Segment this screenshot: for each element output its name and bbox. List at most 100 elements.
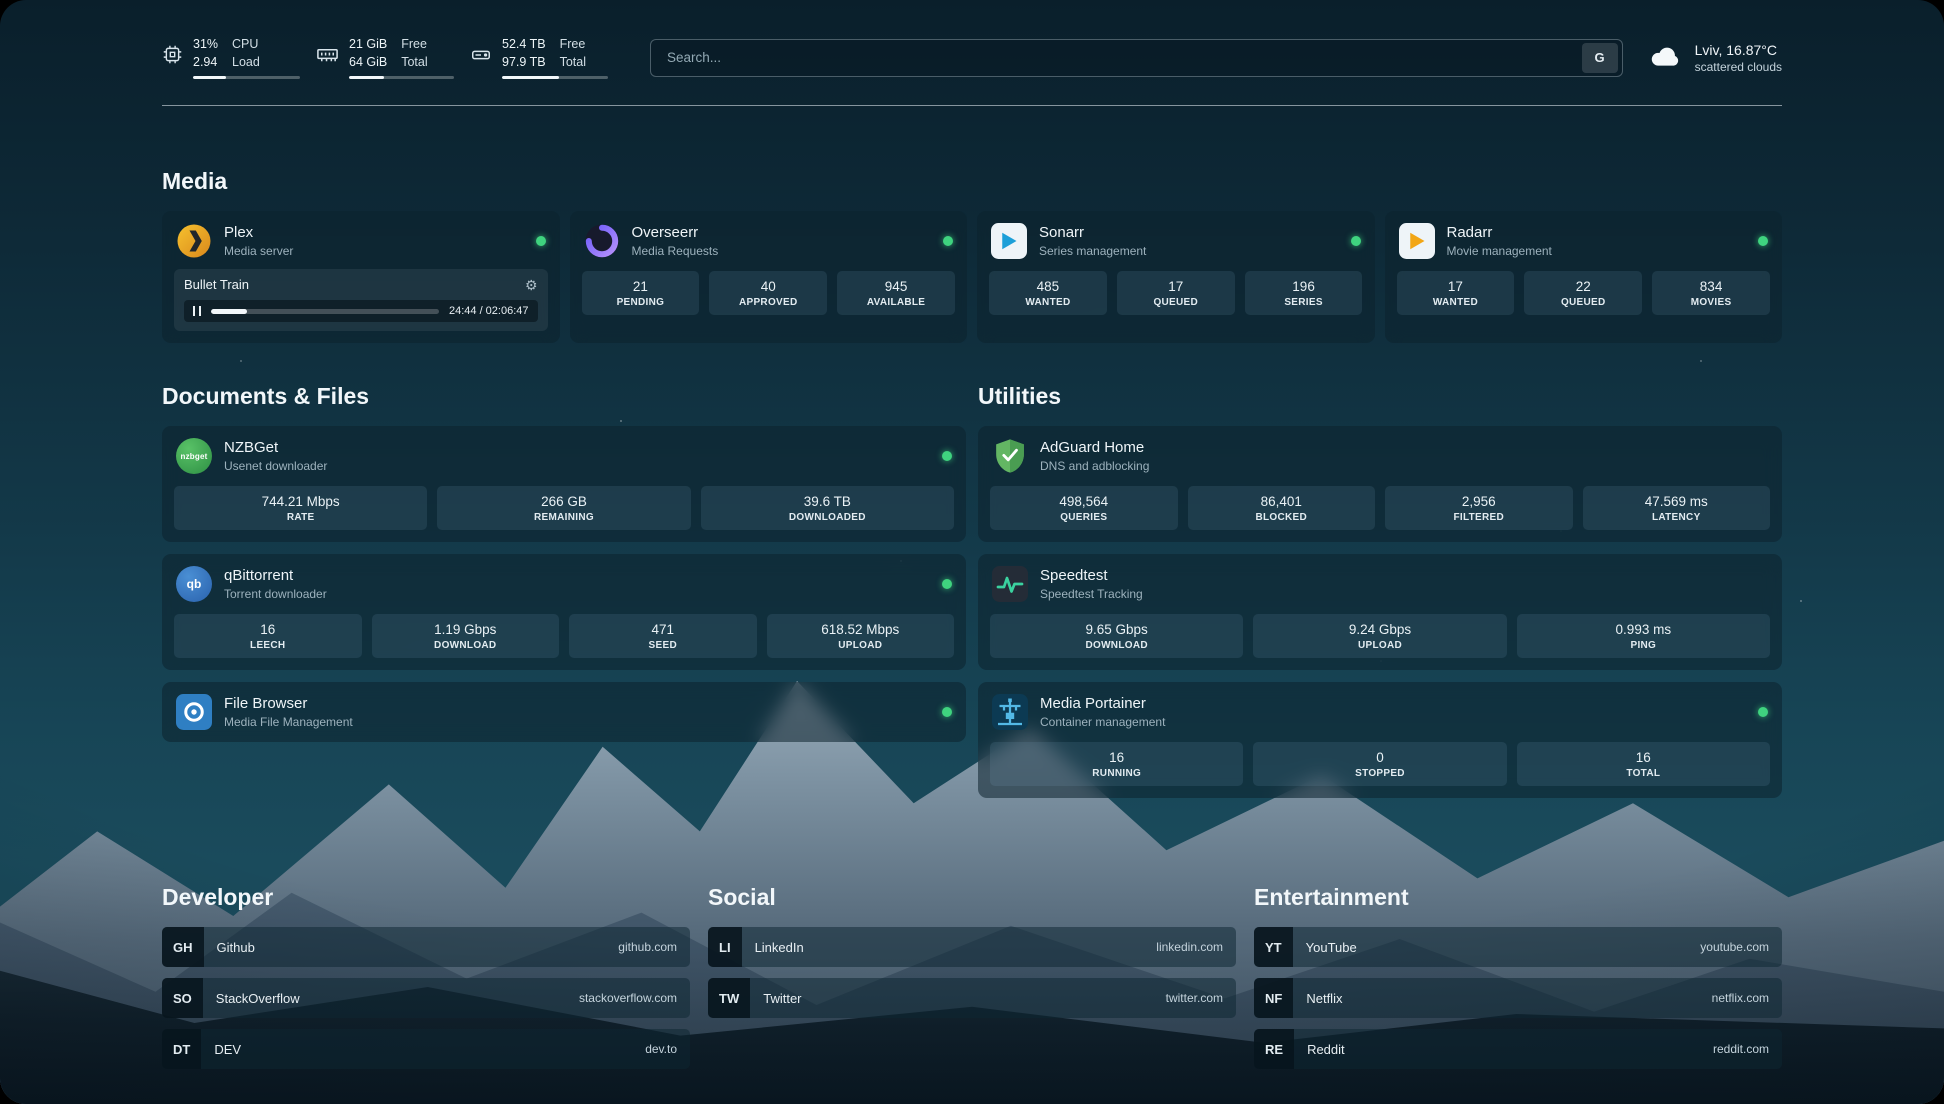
bookmark-abbr: GH: [162, 927, 204, 967]
cpu-icon: [162, 44, 183, 65]
bookmark-netflix[interactable]: NF Netflix netflix.com: [1254, 978, 1782, 1018]
documents-column: nzbget NZBGet Usenet downloader 744.21 M…: [162, 426, 966, 810]
bookmark-linkedin[interactable]: LI LinkedIn linkedin.com: [708, 927, 1236, 967]
stat-remaining: 266 GBREMAINING: [437, 486, 690, 530]
service-card-overseerr[interactable]: Overseerr Media Requests 21PENDING 40APP…: [570, 211, 968, 343]
bookmark-url: dev.to: [645, 1042, 677, 1056]
service-card-sonarr[interactable]: Sonarr Series management 485WANTED 17QUE…: [977, 211, 1375, 343]
stat-blocked: 86,401BLOCKED: [1188, 486, 1376, 530]
stat-wanted: 485WANTED: [989, 271, 1107, 315]
playback-progress-bar[interactable]: [211, 309, 439, 314]
section-title-media: Media: [162, 168, 1782, 195]
service-card-qbittorrent[interactable]: qb qBittorrent Torrent downloader 16LEEC…: [162, 554, 966, 670]
section-title-social: Social: [708, 884, 1236, 911]
stat-download: 9.65 GbpsDOWNLOAD: [990, 614, 1243, 658]
section-title-documents: Documents & Files: [162, 383, 966, 410]
disk-icon: [470, 44, 492, 66]
stat-movies: 834MOVIES: [1652, 271, 1770, 315]
service-card-filebrowser[interactable]: File Browser Media File Management: [162, 682, 966, 742]
bookmark-youtube[interactable]: YT YouTube youtube.com: [1254, 927, 1782, 967]
settings-icon[interactable]: ⚙: [525, 278, 538, 292]
service-card-adguard[interactable]: AdGuard Home DNS and adblocking 498,564Q…: [978, 426, 1782, 542]
bookmark-dev[interactable]: DT DEV dev.to: [162, 1029, 690, 1069]
weather-location-temp: Lviv, 16.87°C: [1695, 42, 1782, 58]
bookmark-group-developer: Developer GH Github github.com SO StackO…: [162, 884, 690, 1080]
search-bar: G: [650, 39, 1623, 77]
stat-total: 16TOTAL: [1517, 742, 1770, 786]
search-provider-button[interactable]: G: [1582, 43, 1618, 73]
bookmark-name: YouTube: [1306, 940, 1357, 955]
stat-queries: 498,564QUERIES: [990, 486, 1178, 530]
portainer-icon: [992, 694, 1028, 730]
disk-total-label: Total: [560, 54, 586, 72]
bookmarks-section: Developer GH Github github.com SO StackO…: [162, 884, 1782, 1080]
playback-time: 24:44 / 02:06:47: [449, 305, 529, 317]
cpu-load-value: 2.94: [193, 54, 218, 72]
bookmark-name: LinkedIn: [755, 940, 804, 955]
service-card-nzbget[interactable]: nzbget NZBGet Usenet downloader 744.21 M…: [162, 426, 966, 542]
section-media: Media Plex Media server: [162, 168, 1782, 343]
stat-wanted: 17WANTED: [1397, 271, 1515, 315]
qbittorrent-icon: qb: [176, 566, 212, 602]
bookmark-reddit[interactable]: RE Reddit reddit.com: [1254, 1029, 1782, 1069]
nzbget-icon: nzbget: [176, 438, 212, 474]
bookmark-name: Netflix: [1306, 991, 1342, 1006]
bookmark-name: DEV: [214, 1042, 241, 1057]
cpu-label: CPU: [232, 36, 260, 54]
pause-icon[interactable]: [193, 306, 201, 316]
bookmark-url: youtube.com: [1700, 940, 1769, 954]
service-card-plex[interactable]: Plex Media server Bullet Train ⚙: [162, 211, 560, 343]
weather-condition: scattered clouds: [1695, 60, 1782, 74]
service-name: File Browser: [224, 695, 353, 712]
bookmark-github[interactable]: GH Github github.com: [162, 927, 690, 967]
memory-progress-bar: [349, 76, 454, 79]
bookmark-abbr: SO: [162, 978, 203, 1018]
bookmark-twitter[interactable]: TW Twitter twitter.com: [708, 978, 1236, 1018]
utilities-column: AdGuard Home DNS and adblocking 498,564Q…: [978, 426, 1782, 810]
cpu-usage-value: 31%: [193, 36, 218, 54]
section-title-developer: Developer: [162, 884, 690, 911]
service-desc: Movie management: [1447, 244, 1552, 258]
filebrowser-icon: [176, 694, 212, 730]
sonarr-icon: [991, 223, 1027, 259]
service-card-radarr[interactable]: Radarr Movie management 17WANTED 22QUEUE…: [1385, 211, 1783, 343]
bookmark-url: reddit.com: [1713, 1042, 1769, 1056]
bookmark-url: twitter.com: [1166, 991, 1223, 1005]
stat-approved: 40APPROVED: [709, 271, 827, 315]
bookmark-group-social: Social LI LinkedIn linkedin.com TW Twitt…: [708, 884, 1236, 1080]
status-online-dot: [1351, 236, 1361, 246]
adguard-icon: [992, 438, 1028, 474]
memory-free-label: Free: [401, 36, 427, 54]
bookmark-name: Reddit: [1307, 1042, 1345, 1057]
resource-widgets: 31% 2.94 CPU Load: [162, 36, 608, 79]
cpu-load-label: Load: [232, 54, 260, 72]
bookmark-stackoverflow[interactable]: SO StackOverflow stackoverflow.com: [162, 978, 690, 1018]
stat-queued: 22QUEUED: [1524, 271, 1642, 315]
stat-seed: 471SEED: [569, 614, 757, 658]
service-name: NZBGet: [224, 439, 327, 456]
speedtest-icon: [992, 566, 1028, 602]
status-online-dot: [942, 451, 952, 461]
stat-rate: 744.21 MbpsRATE: [174, 486, 427, 530]
disk-widget: 52.4 TB 97.9 TB Free Total: [470, 36, 608, 79]
status-online-dot: [942, 579, 952, 589]
stat-downloaded: 39.6 TBDOWNLOADED: [701, 486, 954, 530]
weather-widget: Lviv, 16.87°C scattered clouds: [1649, 42, 1782, 74]
memory-free-value: 21 GiB: [349, 36, 387, 54]
search-input[interactable]: [665, 49, 1582, 66]
memory-widget: 21 GiB 64 GiB Free Total: [316, 36, 454, 79]
bookmark-name: StackOverflow: [216, 991, 300, 1006]
stat-ping: 0.993 msPING: [1517, 614, 1770, 658]
service-desc: Torrent downloader: [224, 587, 327, 601]
bookmark-abbr: DT: [162, 1029, 201, 1069]
status-online-dot: [536, 236, 546, 246]
status-online-dot: [942, 707, 952, 717]
dashboard-content: 31% 2.94 CPU Load: [0, 0, 1944, 1104]
service-desc: Usenet downloader: [224, 459, 327, 473]
service-desc: Media Requests: [632, 244, 719, 258]
service-name: AdGuard Home: [1040, 439, 1149, 456]
bookmark-abbr: RE: [1254, 1029, 1294, 1069]
service-card-speedtest[interactable]: Speedtest Speedtest Tracking 9.65 GbpsDO…: [978, 554, 1782, 670]
service-card-portainer[interactable]: Media Portainer Container management 16R…: [978, 682, 1782, 798]
section-title-utilities: Utilities: [978, 383, 1782, 410]
